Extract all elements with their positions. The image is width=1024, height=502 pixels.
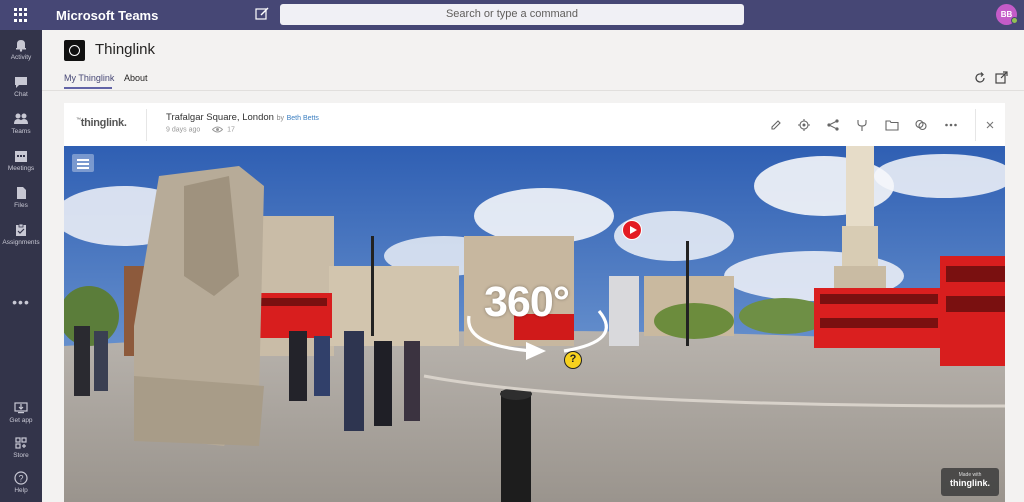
reload-icon[interactable] bbox=[973, 71, 987, 85]
tab-about[interactable]: About bbox=[124, 73, 148, 83]
badge-360: 360° bbox=[484, 278, 570, 326]
close-icon[interactable] bbox=[983, 118, 997, 132]
scene-title: Trafalgar Square, London bbox=[166, 112, 274, 123]
file-icon bbox=[17, 187, 26, 199]
compose-icon[interactable] bbox=[254, 6, 270, 22]
card-divider bbox=[146, 109, 147, 141]
active-tab-indicator bbox=[64, 87, 112, 89]
teams-icon bbox=[14, 113, 28, 124]
rail-item-label: Activity bbox=[10, 54, 32, 61]
popout-icon[interactable] bbox=[994, 71, 1008, 85]
help-tag[interactable]: ? bbox=[564, 351, 582, 369]
left-rail: Activity Chat Teams Meetings Files Assig… bbox=[0, 30, 42, 502]
eye-icon bbox=[212, 126, 224, 133]
rail-item-label: Chat bbox=[14, 91, 28, 98]
made-with-brand: thinglink. bbox=[950, 478, 990, 488]
svg-text:?: ? bbox=[18, 474, 23, 484]
share-icon[interactable] bbox=[826, 118, 840, 132]
rail-item-get-app[interactable]: Get app bbox=[0, 401, 42, 437]
header-divider bbox=[42, 90, 1024, 91]
play-video-tag-icon[interactable] bbox=[622, 220, 642, 240]
panorama-viewer[interactable]: 360° ? Made with thinglink. bbox=[64, 146, 1005, 502]
rail-item-meetings[interactable]: Meetings bbox=[0, 149, 42, 185]
app-name: Thinglink bbox=[95, 41, 156, 58]
app-launcher-icon[interactable] bbox=[14, 8, 28, 22]
rail-item-help[interactable]: ? Help bbox=[0, 471, 42, 502]
presence-available-icon bbox=[1011, 17, 1018, 24]
age-label: 9 days ago bbox=[166, 126, 201, 134]
rail-item-label: Help bbox=[14, 487, 28, 494]
more-apps-button[interactable]: ••• bbox=[0, 294, 42, 310]
help-icon: ? bbox=[14, 471, 28, 485]
settings-icon[interactable] bbox=[797, 118, 811, 132]
tab-my-thinglink[interactable]: My Thinglink bbox=[64, 73, 114, 83]
store-icon bbox=[15, 437, 27, 449]
calendar-icon bbox=[15, 151, 27, 162]
by-label: by bbox=[276, 115, 284, 122]
author-link[interactable]: Beth Betts bbox=[287, 115, 319, 122]
rail-item-label: Files bbox=[14, 202, 28, 209]
rail-item-label: Teams bbox=[11, 128, 31, 135]
thinglink-brand: ™thinglink. bbox=[76, 117, 127, 129]
rail-item-store[interactable]: Store bbox=[0, 436, 42, 472]
edit-icon[interactable] bbox=[769, 118, 783, 132]
more-icon[interactable] bbox=[944, 118, 958, 132]
brand-text: thinglink. bbox=[80, 117, 127, 129]
scene-title-line: Trafalgar Square, London by Beth Betts bbox=[166, 112, 319, 123]
rail-item-label: Assignments bbox=[2, 239, 40, 246]
copy-icon[interactable] bbox=[914, 118, 928, 132]
download-icon bbox=[14, 402, 28, 414]
assignments-icon bbox=[16, 223, 26, 236]
rail-item-files[interactable]: Files bbox=[0, 186, 42, 222]
thinglink-logo bbox=[64, 40, 85, 61]
view-count: 17 bbox=[227, 126, 235, 134]
rail-item-label: Store bbox=[13, 452, 29, 459]
rail-item-label: Meetings bbox=[7, 165, 35, 172]
rail-item-assignments[interactable]: Assignments bbox=[0, 223, 42, 259]
scene-menu-button[interactable] bbox=[72, 154, 94, 172]
scene-meta: 9 days ago 17 bbox=[166, 126, 235, 133]
fork-icon[interactable] bbox=[855, 118, 869, 132]
top-bar: Microsoft Teams Search or type a command… bbox=[0, 0, 1024, 30]
made-with-thinglink-button[interactable]: Made with thinglink. bbox=[941, 468, 999, 496]
bell-icon bbox=[16, 40, 26, 52]
rail-item-activity[interactable]: Activity bbox=[0, 38, 42, 74]
rail-item-label: Get app bbox=[9, 417, 33, 424]
chat-icon bbox=[15, 77, 27, 88]
folder-icon[interactable] bbox=[885, 118, 899, 132]
rail-item-chat[interactable]: Chat bbox=[0, 75, 42, 111]
app-title: Microsoft Teams bbox=[56, 8, 159, 23]
rail-item-teams[interactable]: Teams bbox=[0, 112, 42, 148]
search-input[interactable]: Search or type a command bbox=[280, 4, 744, 25]
toolbar-divider bbox=[975, 109, 976, 141]
